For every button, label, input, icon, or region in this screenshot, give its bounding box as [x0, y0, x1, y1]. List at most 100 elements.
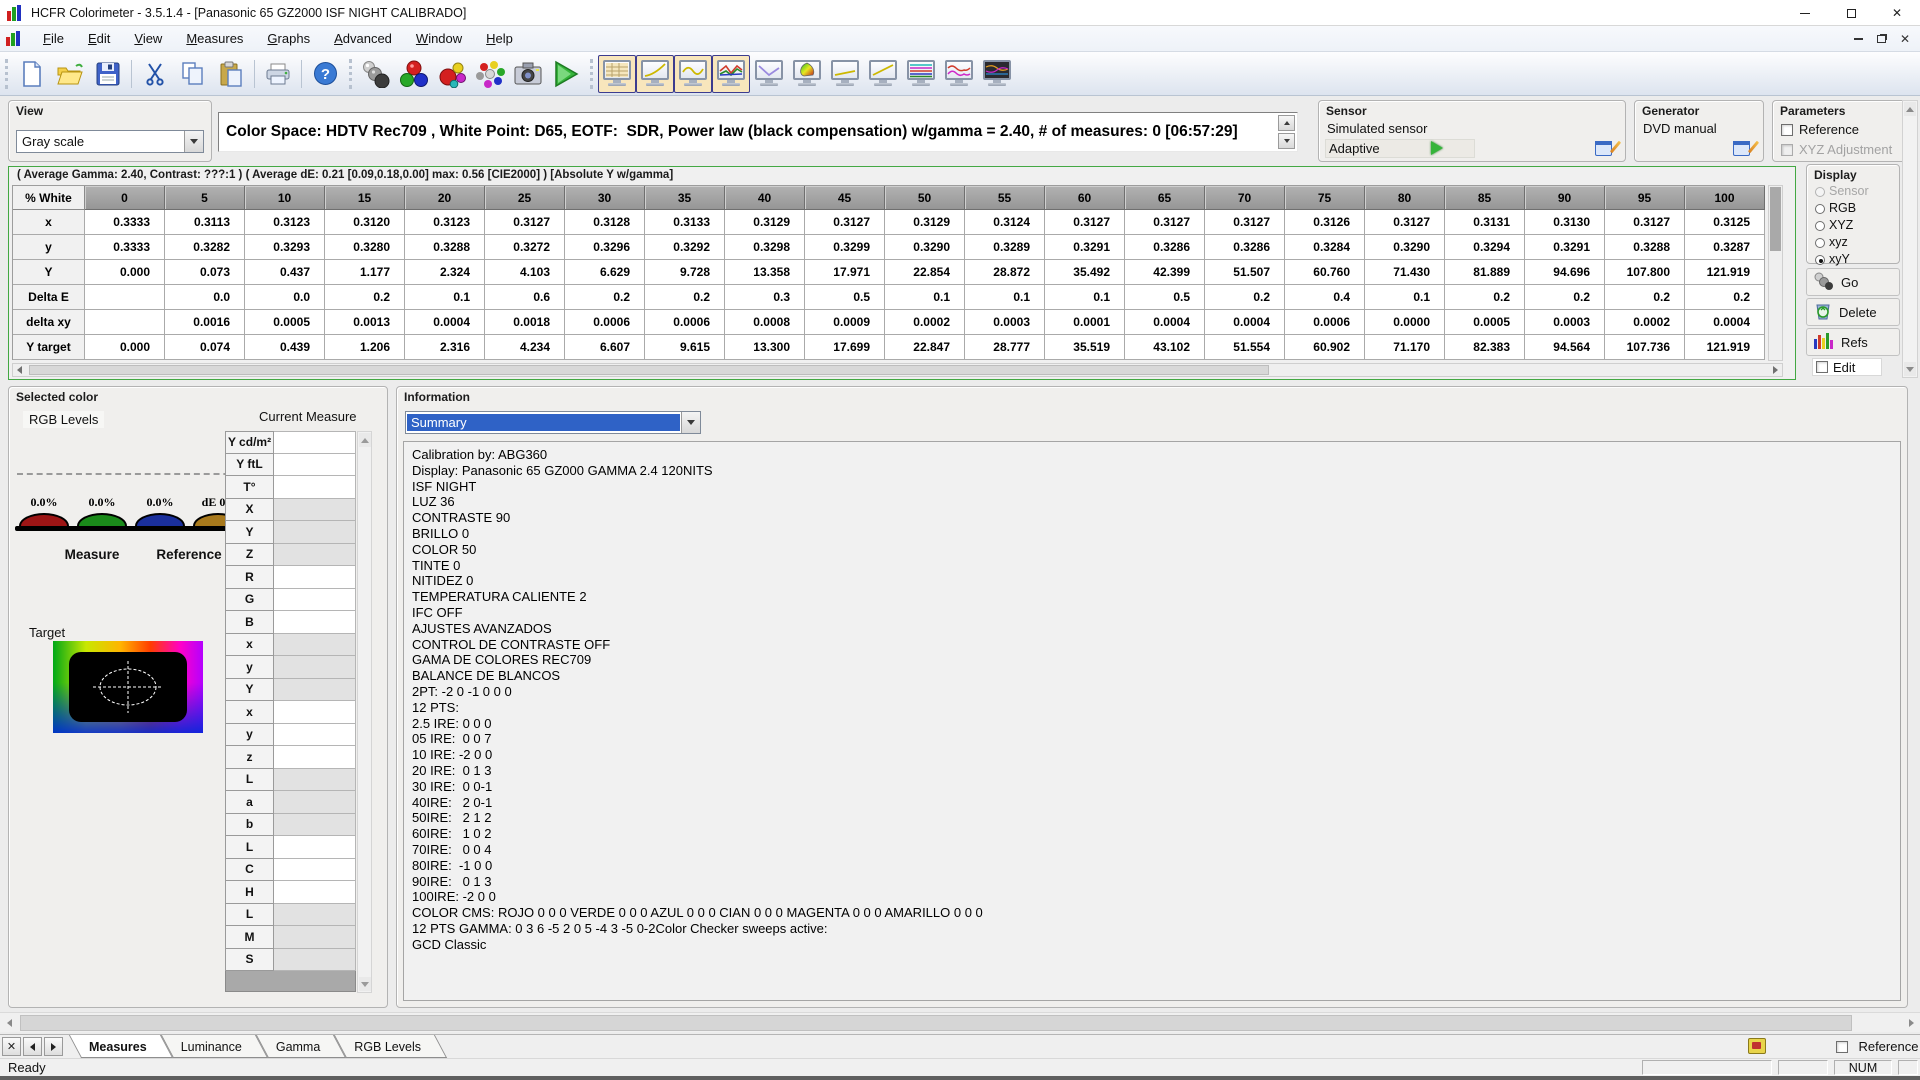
grid-cell[interactable]: 0.3: [725, 285, 805, 310]
grid-cell[interactable]: 0.3299: [805, 235, 885, 260]
grid-cell[interactable]: 0.3293: [245, 235, 325, 260]
grid-cell[interactable]: 0.0003: [965, 310, 1045, 335]
help-icon[interactable]: ?: [306, 55, 344, 93]
grid-cell[interactable]: 51.554: [1205, 335, 1285, 360]
menu-edit[interactable]: Edit: [76, 27, 122, 50]
grid-cell[interactable]: 0.3129: [885, 210, 965, 235]
measure-value-cell[interactable]: [274, 926, 356, 949]
current-measure-scrollbar[interactable]: [357, 431, 372, 993]
grid-cell[interactable]: 35.519: [1045, 335, 1125, 360]
grid-cell[interactable]: 0.2: [565, 285, 645, 310]
grid-cell[interactable]: 0.000: [85, 335, 165, 360]
grid-cell[interactable]: 13.300: [725, 335, 805, 360]
grid-cell[interactable]: 0.0005: [1445, 310, 1525, 335]
grid-cell[interactable]: 0.3298: [725, 235, 805, 260]
print-icon[interactable]: [259, 55, 297, 93]
grid-cell[interactable]: 4.103: [485, 260, 565, 285]
grid-cell[interactable]: 121.919: [1685, 335, 1765, 360]
grid-cell[interactable]: 22.847: [885, 335, 965, 360]
prev-tab-button[interactable]: [23, 1037, 42, 1056]
grid-cell[interactable]: 6.607: [565, 335, 645, 360]
near-white-graph-icon[interactable]: [864, 55, 902, 93]
grid-cell[interactable]: 0.3127: [485, 210, 565, 235]
display-radio-xyz[interactable]: xyz: [1807, 233, 1899, 250]
grid-cell[interactable]: 1.206: [325, 335, 405, 360]
grid-col-header[interactable]: 15: [325, 186, 405, 210]
grid-cell[interactable]: 0.0008: [725, 310, 805, 335]
grid-col-header[interactable]: % White: [13, 186, 85, 210]
grid-cell[interactable]: 0.3272: [485, 235, 565, 260]
luminance-graph-icon[interactable]: [636, 55, 674, 93]
grid-cell[interactable]: 0.3127: [1045, 210, 1125, 235]
param-reference[interactable]: Reference: [1781, 121, 1859, 139]
grid-col-header[interactable]: 85: [1445, 186, 1525, 210]
grid-cell[interactable]: 0.1: [1045, 285, 1125, 310]
grid-cell[interactable]: 0.0006: [645, 310, 725, 335]
grid-row-label[interactable]: y: [13, 235, 85, 260]
measure-value-cell[interactable]: [274, 611, 356, 634]
grid-cell[interactable]: 0.439: [245, 335, 325, 360]
grid-cell[interactable]: 0.4: [1285, 285, 1365, 310]
bottom-hscroll-thumb[interactable]: [20, 1015, 1852, 1031]
grid-cell[interactable]: 94.696: [1525, 260, 1605, 285]
snapshot-camera-icon[interactable]: [509, 55, 547, 93]
grid-col-header[interactable]: 20: [405, 186, 485, 210]
grid-col-header[interactable]: 90: [1525, 186, 1605, 210]
grid-cell[interactable]: 81.889: [1445, 260, 1525, 285]
cie-diagram-icon[interactable]: [788, 55, 826, 93]
cut-icon[interactable]: [136, 55, 174, 93]
grid-cell[interactable]: 107.800: [1605, 260, 1685, 285]
grid-cell[interactable]: 0.5: [805, 285, 885, 310]
grid-cell[interactable]: [85, 310, 165, 335]
colorchecker-balls-icon[interactable]: [471, 55, 509, 93]
go-button[interactable]: Go: [1806, 268, 1900, 296]
grid-cell[interactable]: 0.3123: [405, 210, 485, 235]
grid-cell[interactable]: 0.0001: [1045, 310, 1125, 335]
paste-icon[interactable]: [212, 55, 250, 93]
measure-value-cell[interactable]: [274, 881, 356, 904]
grid-cell[interactable]: 0.0002: [1605, 310, 1685, 335]
view-mode-dropdown-arrow-icon[interactable]: [184, 131, 203, 152]
grid-col-header[interactable]: 60: [1045, 186, 1125, 210]
grid-cell[interactable]: 0.3290: [1365, 235, 1445, 260]
measure-value-cell[interactable]: [274, 746, 356, 769]
rgb-levels-graph-icon[interactable]: [712, 55, 750, 93]
grid-cell[interactable]: 0.0004: [1125, 310, 1205, 335]
sensor-run-icon[interactable]: [1431, 141, 1443, 155]
spinner-down-icon[interactable]: [1278, 133, 1295, 149]
grid-hscroll-thumb[interactable]: [29, 365, 1269, 375]
grid-cell[interactable]: 0.0: [245, 285, 325, 310]
grid-cell[interactable]: 0.437: [245, 260, 325, 285]
grid-cell[interactable]: 17.971: [805, 260, 885, 285]
menu-measures[interactable]: Measures: [174, 27, 255, 50]
measure-value-cell[interactable]: [274, 566, 356, 589]
grid-cell[interactable]: 0.3120: [325, 210, 405, 235]
grid-cell[interactable]: 0.0003: [1525, 310, 1605, 335]
sensor-config-icon[interactable]: [1595, 139, 1617, 157]
refs-button[interactable]: Refs: [1806, 328, 1900, 356]
measure-value-cell[interactable]: [274, 949, 356, 972]
grid-cell[interactable]: 0.3286: [1125, 235, 1205, 260]
grid-col-header[interactable]: 55: [965, 186, 1045, 210]
grid-cell[interactable]: 0.3288: [405, 235, 485, 260]
grid-cell[interactable]: 0.0013: [325, 310, 405, 335]
measure-value-cell[interactable]: [274, 859, 356, 882]
grid-cell[interactable]: 6.629: [565, 260, 645, 285]
grid-cell[interactable]: 28.777: [965, 335, 1045, 360]
grid-cell[interactable]: 0.0004: [1205, 310, 1285, 335]
delta-e-graph-icon[interactable]: [750, 55, 788, 93]
scroll-down-icon[interactable]: [359, 977, 371, 991]
measure-value-cell[interactable]: [274, 769, 356, 792]
grid-cell[interactable]: 0.2: [645, 285, 725, 310]
grid-cell[interactable]: 0.3333: [85, 210, 165, 235]
grid-cell[interactable]: 51.507: [1205, 260, 1285, 285]
grid-cell[interactable]: 2.316: [405, 335, 485, 360]
grid-cell[interactable]: 0.3127: [1205, 210, 1285, 235]
grid-cell[interactable]: 0.1: [965, 285, 1045, 310]
open-folder-icon[interactable]: [51, 55, 89, 93]
grid-cell[interactable]: 82.383: [1445, 335, 1525, 360]
grid-cell[interactable]: 0.3131: [1445, 210, 1525, 235]
grid-cell[interactable]: 0.073: [165, 260, 245, 285]
grid-cell[interactable]: 0.2: [1685, 285, 1765, 310]
grid-row-label[interactable]: Delta E: [13, 285, 85, 310]
